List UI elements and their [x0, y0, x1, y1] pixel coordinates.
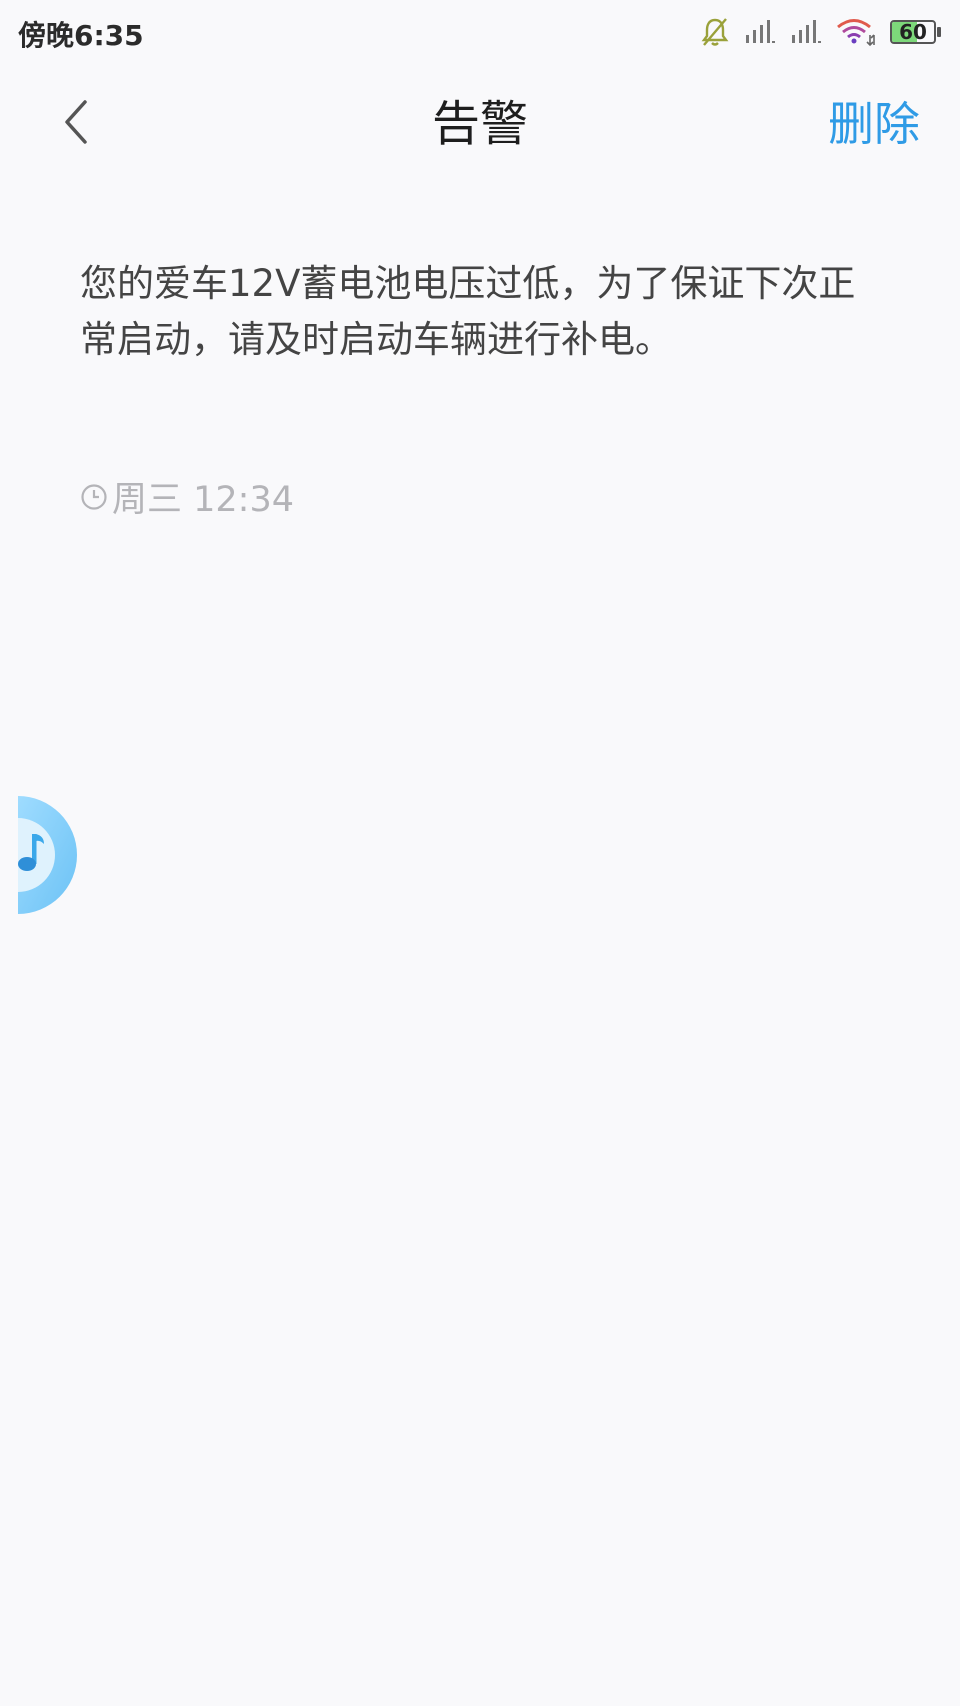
- floating-music-bubble[interactable]: [18, 796, 80, 914]
- signal-icon: [790, 19, 822, 45]
- clock-icon: [80, 476, 108, 524]
- message-time-text: 周三 12:34: [112, 480, 294, 520]
- delete-button[interactable]: 删除: [828, 94, 920, 154]
- status-bar: 傍晚6:35 60: [0, 0, 960, 66]
- bell-muted-icon: [700, 16, 730, 48]
- signal-icon: [744, 19, 776, 45]
- message-timestamp: 周三 12:34: [80, 476, 294, 524]
- status-icons: 60: [700, 14, 942, 50]
- status-time: 傍晚6:35: [18, 19, 144, 52]
- page-title: 告警: [431, 96, 528, 152]
- battery-icon: 60: [890, 19, 942, 45]
- wifi-icon: [836, 17, 876, 47]
- alarm-detail-screen: 傍晚6:35 60 告警 删除 您的爱车12V蓄电池电压过低，为了保证下次正常启…: [0, 0, 960, 1706]
- nav-bar: 告警 删除: [0, 66, 960, 182]
- alarm-message-text: 您的爱车12V蓄电池电压过低，为了保证下次正常启动，请及时启动车辆进行补电。: [80, 262, 856, 361]
- battery-level-text: 60: [899, 20, 927, 44]
